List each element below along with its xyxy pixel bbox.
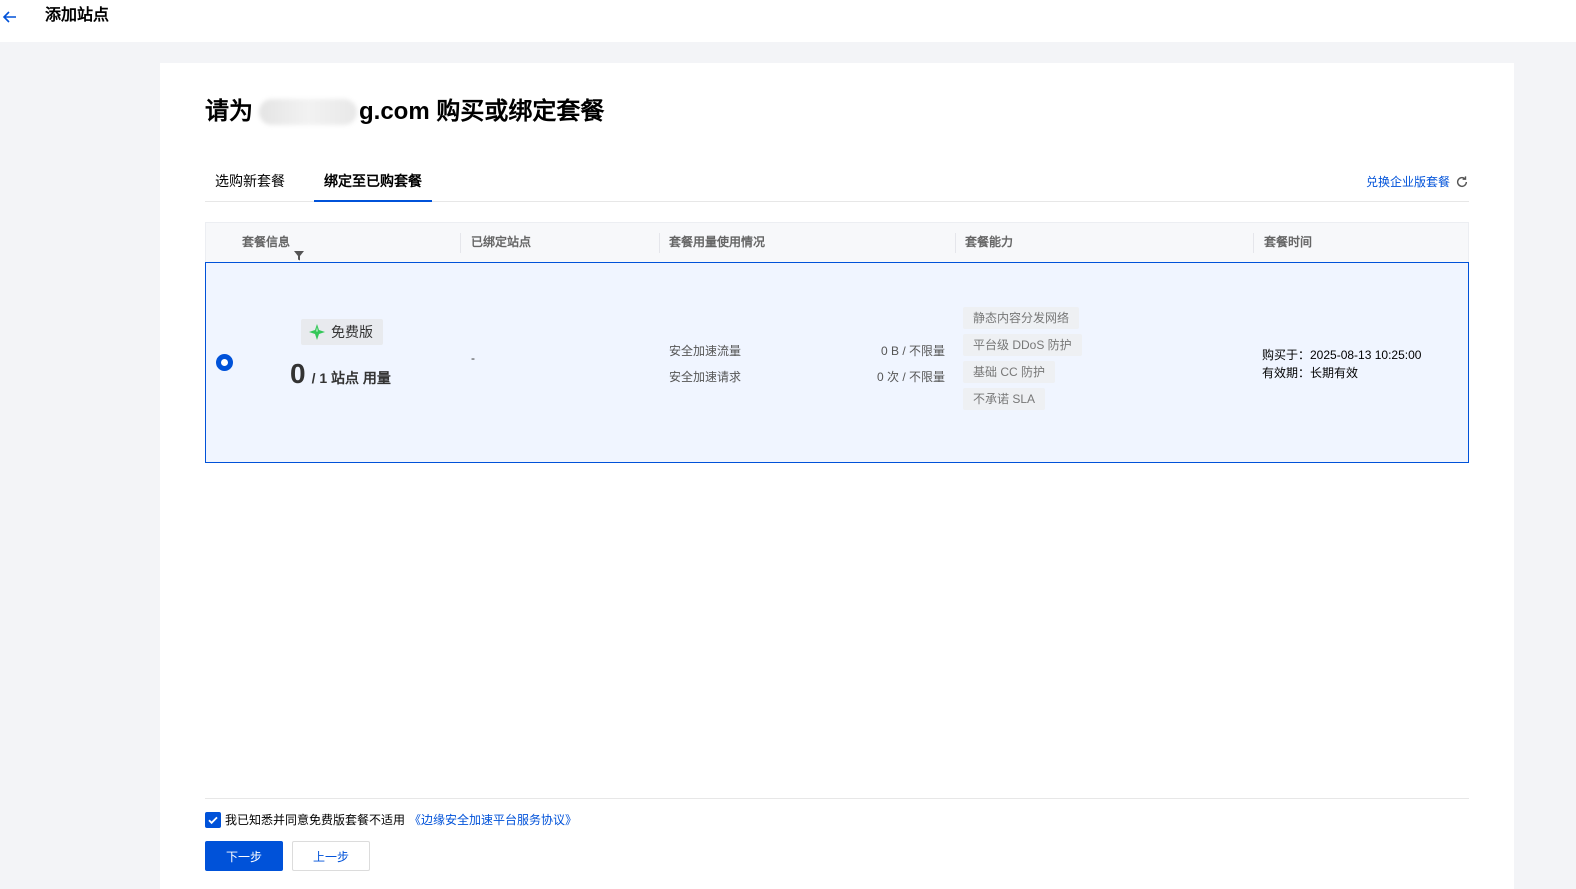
capability-tag: 不承诺 SLA [963, 388, 1046, 410]
agreement-text: 我已知悉并同意免费版套餐不适用 [225, 813, 406, 827]
column-header-capabilities: 套餐能力 [965, 235, 1014, 249]
page-title: 请为 g.com 购买或绑定套餐 [205, 96, 604, 128]
purchase-time: 购买于：2025-08-13 10:25:00 [1262, 348, 1422, 362]
column-divider [955, 233, 956, 253]
usage-used: 0 [290, 358, 306, 389]
column-divider [659, 233, 660, 253]
redacted-domain [259, 99, 357, 125]
plan-name: 免费版 [331, 324, 373, 340]
next-step-button[interactable]: 下一步 [205, 841, 283, 871]
plan-select-radio[interactable] [216, 354, 233, 371]
tab-buy-new-plan[interactable]: 选购新套餐 [205, 163, 295, 202]
top-bar: 添加站点 [0, 0, 1576, 42]
capability-tag: 基础 CC 防护 [963, 361, 1056, 383]
redeem-enterprise-plan-link[interactable]: 兑换企业版套餐 [1366, 173, 1469, 190]
agreement: 我已知悉并同意免费版套餐不适用 《边缘安全加速平台服务协议》 [205, 811, 577, 828]
capability-tag: 平台级 DDoS 防护 [963, 334, 1082, 356]
page-title-suffix: g.com 购买或绑定套餐 [359, 98, 605, 125]
tab-bind-existing-plan[interactable]: 绑定至已购套餐 [314, 163, 432, 202]
column-divider [460, 233, 461, 253]
column-header-usage: 套餐用量使用情况 [669, 235, 766, 249]
column-header-bound-sites: 已绑定站点 [471, 235, 532, 249]
redeem-link-label: 兑换企业版套餐 [1365, 175, 1450, 189]
main-card: 请为 g.com 购买或绑定套餐 选购新套餐 绑定至已购套餐 兑换企业版套餐 套… [160, 63, 1514, 889]
quota-label: 安全加速请求 [669, 370, 742, 384]
usage-total: / 1 站点 用量 [311, 370, 391, 386]
footer-divider [205, 798, 1469, 799]
previous-step-button[interactable]: 上一步 [292, 841, 370, 871]
quota-label: 安全加速流量 [669, 344, 742, 358]
column-divider [1253, 233, 1254, 253]
table-header: 套餐信息 已绑定站点 套餐用量使用情况 套餐能力 套餐时间 [205, 222, 1469, 263]
table-row[interactable]: 免费版 0 / 1 站点 用量 - 安全加速流量 0 B / 不限量 安全加速请… [205, 262, 1469, 463]
page-title-prefix: 请为 [205, 98, 253, 125]
plan-table: 套餐信息 已绑定站点 套餐用量使用情况 套餐能力 套餐时间 免费版 0 / 1 … [205, 222, 1469, 463]
quota-value: 0 B / 不限量 [880, 344, 945, 358]
validity-period: 有效期：长期有效 [1262, 366, 1359, 380]
column-header-plan-info: 套餐信息 [242, 223, 305, 262]
bound-sites-value: - [471, 351, 475, 365]
quota-value: 0 次 / 不限量 [876, 370, 945, 384]
service-agreement-link[interactable]: 《边缘安全加速平台服务协议》 [409, 811, 577, 828]
site-usage: 0 / 1 站点 用量 [290, 358, 391, 390]
column-header-plan-time: 套餐时间 [1264, 235, 1313, 249]
refresh-icon[interactable] [1455, 175, 1469, 189]
sparkle-icon [309, 324, 325, 340]
filter-icon[interactable] [294, 238, 305, 260]
arrow-left-icon[interactable] [0, 7, 20, 27]
header-title: 添加站点 [45, 7, 110, 24]
capability-tag: 静态内容分发网络 [963, 307, 1080, 329]
agreement-checkbox[interactable] [205, 811, 221, 828]
plan-badge: 免费版 [301, 319, 383, 345]
plan-tabs: 选购新套餐 绑定至已购套餐 兑换企业版套餐 [205, 163, 1469, 202]
